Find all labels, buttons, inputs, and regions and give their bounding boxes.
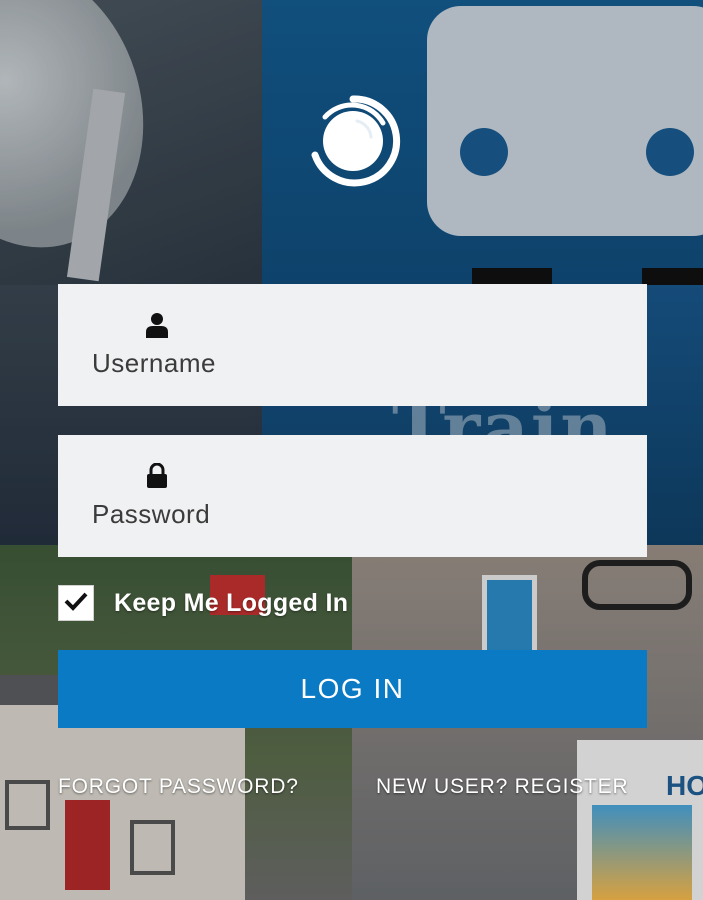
keep-logged-in[interactable]: Keep Me Logged In xyxy=(58,585,348,621)
register-link[interactable]: NEW USER? REGISTER xyxy=(376,775,628,799)
keep-logged-in-label[interactable]: Keep Me Logged In xyxy=(114,589,348,618)
forgot-password-link[interactable]: FORGOT PASSWORD? xyxy=(58,775,299,799)
checkmark-icon xyxy=(64,591,88,616)
password-field[interactable] xyxy=(58,435,647,557)
username-input[interactable] xyxy=(92,344,612,382)
keep-logged-in-checkbox[interactable] xyxy=(58,585,94,621)
user-icon xyxy=(146,312,168,338)
username-field[interactable] xyxy=(58,284,647,406)
swirl-logo-icon xyxy=(305,93,401,189)
login-button[interactable]: LOG IN xyxy=(58,650,647,728)
password-input[interactable] xyxy=(92,495,612,533)
lock-icon xyxy=(146,463,168,489)
